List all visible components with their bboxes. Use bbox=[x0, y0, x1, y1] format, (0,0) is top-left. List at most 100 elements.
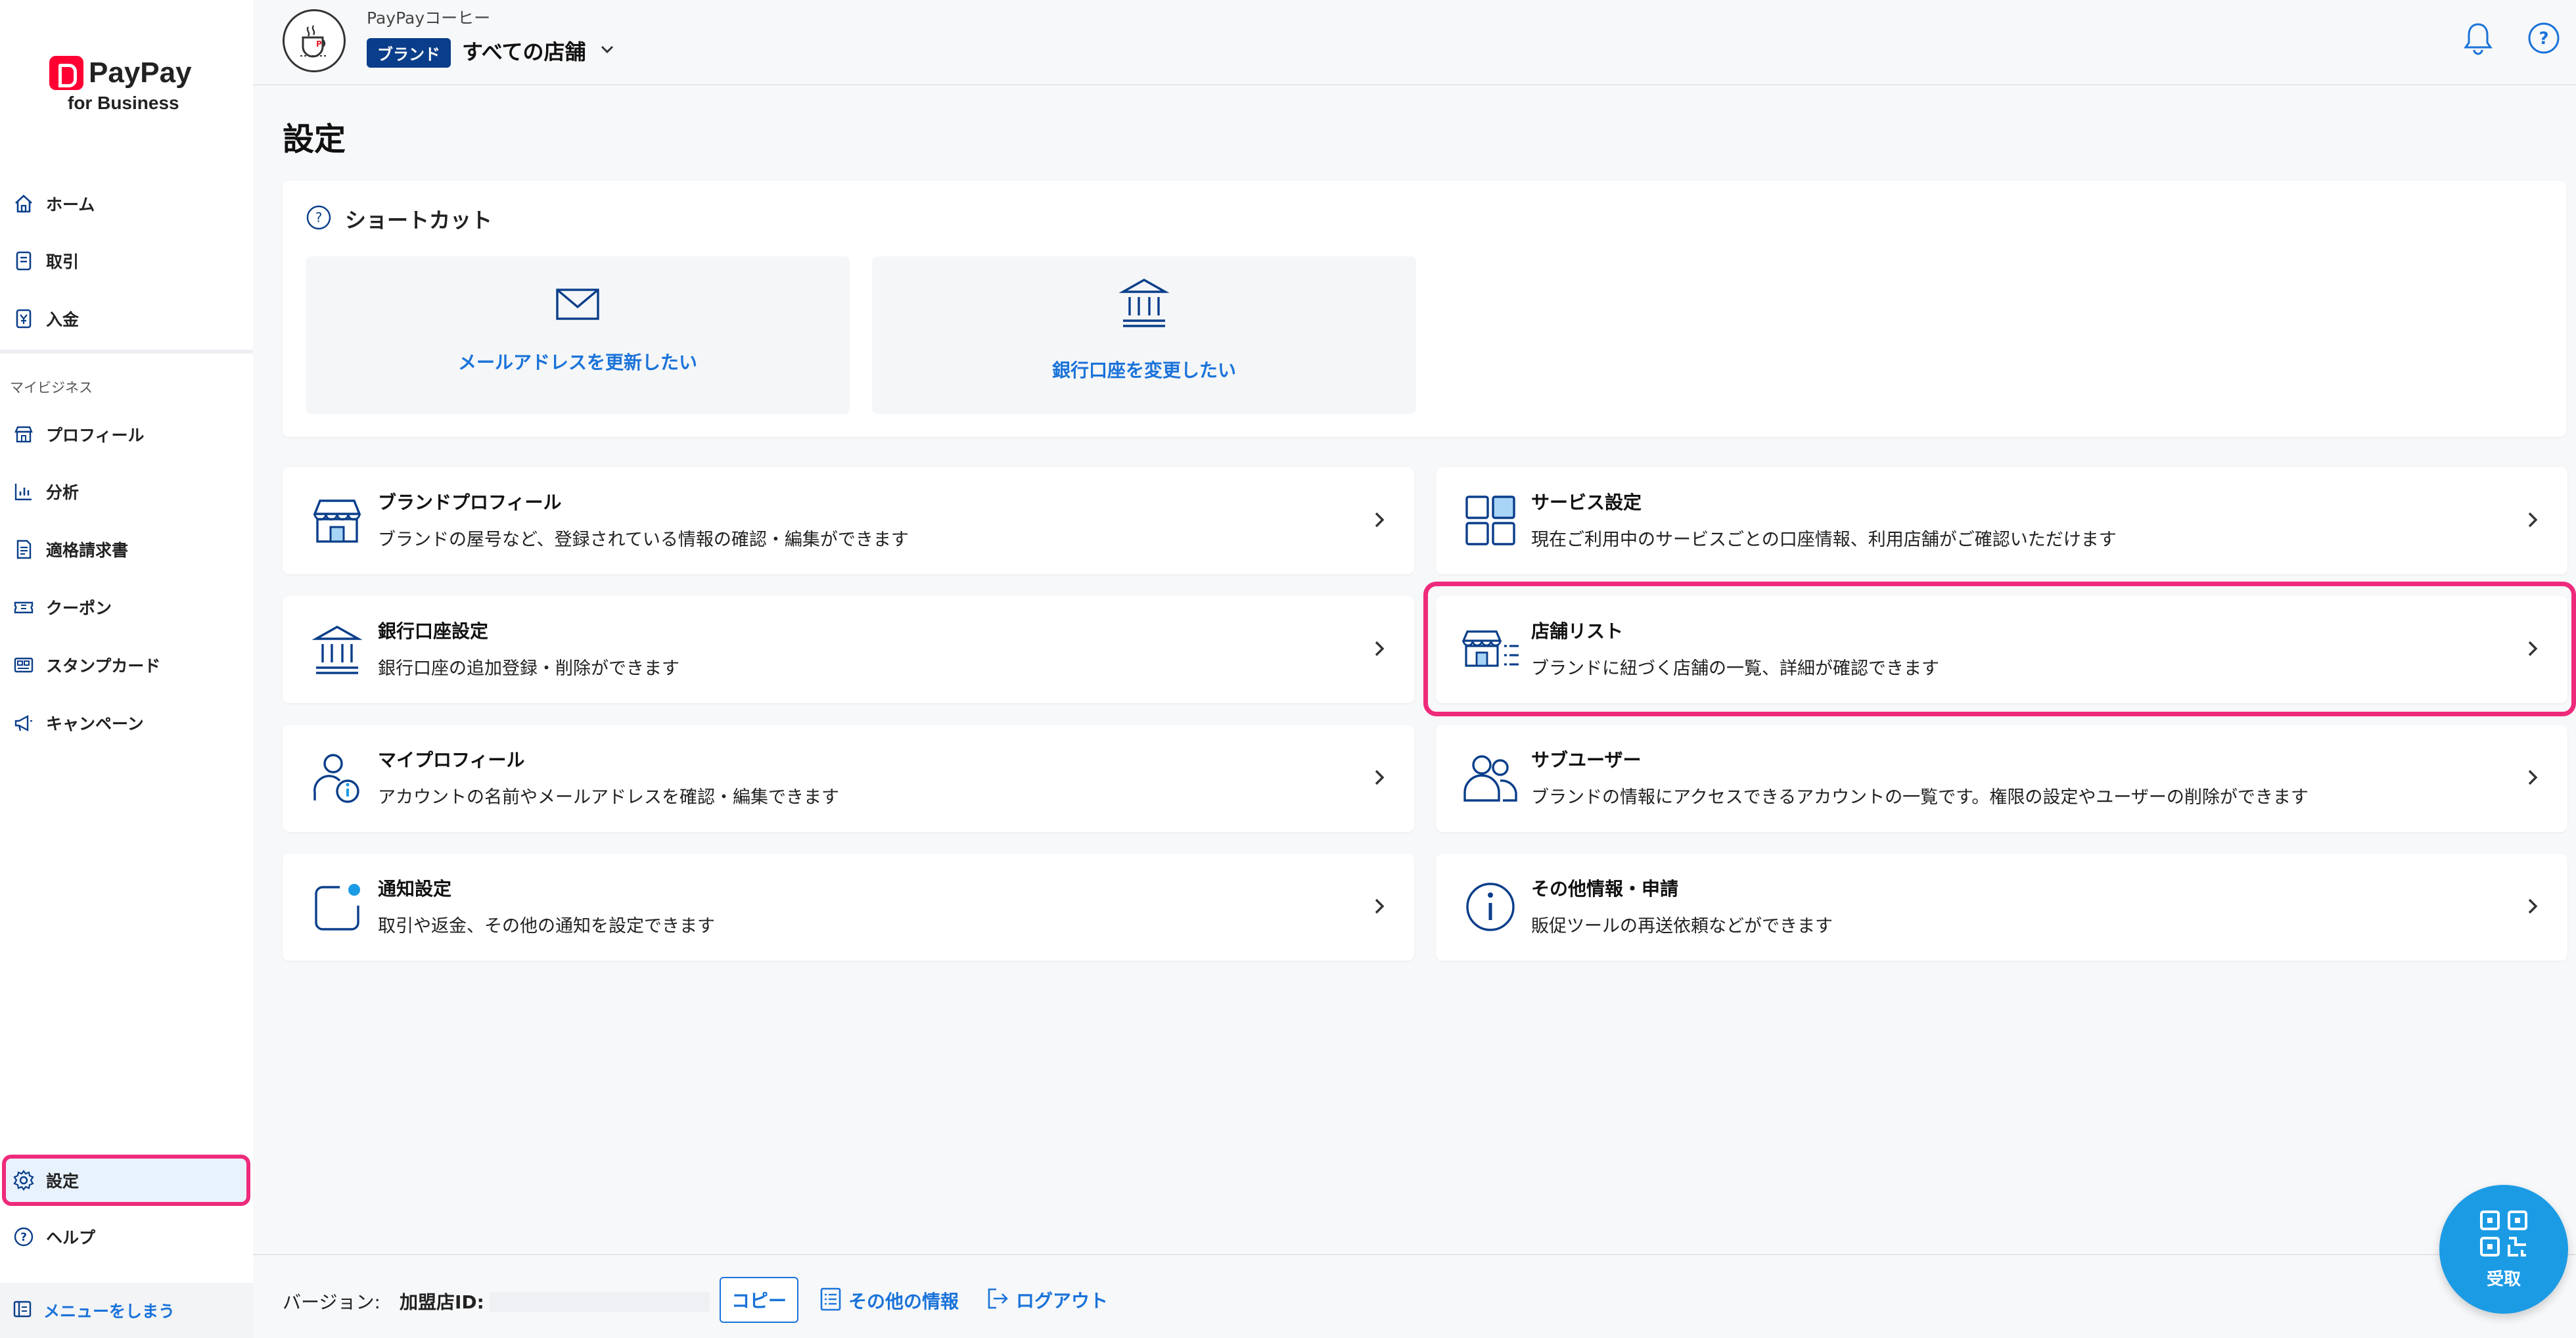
bank-icon bbox=[308, 620, 367, 679]
coupon-icon bbox=[12, 595, 35, 619]
shortcut-title: ? ショートカット bbox=[306, 204, 492, 234]
svg-text:?: ? bbox=[315, 210, 323, 225]
sub-users-card[interactable]: サブユーザー ブランドの情報にアクセスできるアカウントの一覧です。権限の設定やユ… bbox=[1436, 725, 2567, 832]
card-description: 銀行口座の追加登録・削除ができます bbox=[378, 658, 679, 679]
copy-button[interactable]: コピー bbox=[720, 1277, 798, 1323]
invoice-icon bbox=[12, 538, 35, 561]
shortcut-title-label: ショートカット bbox=[345, 208, 493, 233]
logout-link[interactable]: ログアウト bbox=[986, 1287, 1108, 1313]
shortcut-change-bank[interactable]: 銀行口座を変更したい bbox=[872, 256, 1416, 414]
sidebar-item-deposit[interactable]: 入金 bbox=[0, 292, 253, 345]
shortcut-label: メールアドレスを更新したい bbox=[457, 352, 697, 373]
sidebar-item-settings[interactable]: 設定 bbox=[0, 1154, 253, 1207]
version-label: バージョン: bbox=[283, 1291, 380, 1313]
svg-text:?: ? bbox=[2539, 29, 2548, 49]
question-icon[interactable]: ? bbox=[306, 204, 332, 233]
chevron-right-icon bbox=[1372, 766, 1388, 792]
sidebar-section-label: マイビジネス bbox=[10, 380, 93, 396]
sidebar-item-stamp-card[interactable]: スタンプカード bbox=[0, 639, 253, 691]
store-name: PayPayコーヒー bbox=[367, 9, 491, 28]
logo-title: PayPay bbox=[89, 57, 192, 89]
sidebar-item-label: 取引 bbox=[46, 252, 80, 271]
logout-label: ログアウト bbox=[1016, 1290, 1109, 1312]
brand-profile-card[interactable]: ブランドプロフィール ブランドの屋号など、登録されている情報の確認・編集ができま… bbox=[283, 467, 1414, 574]
store-icon bbox=[308, 491, 367, 550]
sidebar-item-invoice[interactable]: 適格請求書 bbox=[0, 523, 253, 576]
collapse-menu-label: メニューをしまう bbox=[43, 1302, 175, 1321]
shortcut-update-email[interactable]: メールアドレスを更新したい bbox=[306, 256, 850, 414]
card-title: 銀行口座設定 bbox=[378, 620, 489, 642]
sidebar-item-label: ヘルプ bbox=[46, 1228, 96, 1247]
paypay-logo-icon bbox=[49, 56, 83, 90]
chevron-right-icon bbox=[1372, 637, 1388, 663]
card-title: サービス設定 bbox=[1531, 492, 1642, 513]
card-description: 販促ツールの再送依頼などができます bbox=[1531, 916, 1833, 936]
card-description: 取引や返金、その他の通知を設定できます bbox=[378, 916, 715, 936]
receive-label: 受取 bbox=[2486, 1269, 2521, 1289]
logout-icon bbox=[986, 1287, 1009, 1313]
my-profile-card[interactable]: マイプロフィール アカウントの名前やメールアドレスを確認・編集できます bbox=[283, 725, 1414, 832]
users-icon bbox=[1461, 749, 1520, 808]
card-title: ブランドプロフィール bbox=[378, 492, 562, 513]
sidebar-item-help[interactable]: ? ヘルプ bbox=[0, 1211, 253, 1263]
coffee-cup-icon: P bbox=[300, 25, 328, 58]
bank-account-card[interactable]: 銀行口座設定 銀行口座の追加登録・削除ができます bbox=[283, 596, 1414, 703]
sidebar-item-label: 適格請求書 bbox=[46, 541, 129, 560]
other-info-link[interactable]: その他の情報 bbox=[819, 1287, 959, 1314]
sidebar-item-coupon[interactable]: クーポン bbox=[0, 581, 253, 634]
mail-icon bbox=[555, 286, 601, 325]
info-icon bbox=[1461, 877, 1520, 936]
sidebar-item-transactions[interactable]: 取引 bbox=[0, 235, 253, 287]
help-icon: ? bbox=[12, 1225, 35, 1249]
qr-code-icon bbox=[2477, 1209, 2530, 1262]
paypay-logo[interactable]: PayPay for Business bbox=[49, 56, 194, 114]
card-description: ブランドの屋号など、登録されている情報の確認・編集ができます bbox=[378, 530, 909, 550]
help-icon[interactable]: ? bbox=[2525, 20, 2562, 57]
sidebar-item-profile[interactable]: プロフィール bbox=[0, 408, 253, 461]
gear-icon bbox=[12, 1168, 35, 1192]
card-description: アカウントの名前やメールアドレスを確認・編集できます bbox=[378, 787, 839, 808]
sidebar-item-analytics[interactable]: 分析 bbox=[0, 465, 253, 518]
chevron-down-icon[interactable] bbox=[597, 39, 617, 62]
sidebar: PayPay for Business ホーム 取引 入金 マイビジネス プロフ… bbox=[0, 0, 253, 1338]
user-info-icon bbox=[308, 749, 367, 808]
notification-settings-card[interactable]: 通知設定 取引や返金、その他の通知を設定できます bbox=[283, 854, 1414, 961]
sidebar-item-label: 分析 bbox=[46, 483, 80, 502]
other-info-label: その他の情報 bbox=[848, 1291, 959, 1312]
chart-icon bbox=[12, 480, 35, 503]
svg-text:?: ? bbox=[20, 1231, 27, 1244]
brand-badge: ブランド bbox=[367, 38, 451, 68]
sidebar-item-label: スタンプカード bbox=[46, 657, 161, 676]
shortcut-card: ? ショートカット メールアドレスを更新したい 銀行口座を変更したい bbox=[283, 181, 2566, 437]
collapse-menu-button[interactable]: メニューをしまう bbox=[0, 1283, 253, 1338]
svg-text:P: P bbox=[316, 39, 322, 49]
other-info-card[interactable]: その他情報・申請 販促ツールの再送依頼などができます bbox=[1436, 854, 2567, 961]
chevron-right-icon bbox=[1372, 894, 1388, 921]
bell-icon[interactable] bbox=[2460, 20, 2496, 57]
store-icon bbox=[12, 423, 35, 446]
sidebar-item-label: 入金 bbox=[46, 310, 80, 329]
header: P PayPayコーヒー ブランド すべての店舗 ? bbox=[253, 0, 2576, 85]
store-avatar[interactable]: P bbox=[283, 9, 346, 72]
bank-icon bbox=[1118, 275, 1170, 333]
card-title: 通知設定 bbox=[378, 878, 452, 900]
merchant-id-value bbox=[490, 1292, 710, 1312]
stamp-card-icon bbox=[12, 653, 35, 677]
chevron-right-icon bbox=[2525, 894, 2541, 921]
card-title: その他情報・申請 bbox=[1531, 878, 1679, 900]
card-title: サブユーザー bbox=[1531, 749, 1642, 771]
notification-icon bbox=[308, 877, 367, 936]
store-selector[interactable]: すべての店舗 bbox=[462, 35, 586, 66]
receive-payment-button[interactable]: 受取 bbox=[2439, 1185, 2568, 1314]
sidebar-item-home[interactable]: ホーム bbox=[0, 177, 253, 230]
service-settings-card[interactable]: サービス設定 現在ご利用中のサービスごとの口座情報、利用店舗がご確認いただけます bbox=[1436, 467, 2567, 574]
sidebar-item-label: プロフィール bbox=[46, 426, 145, 445]
chevron-right-icon bbox=[2525, 766, 2541, 792]
sidebar-item-label: 設定 bbox=[46, 1172, 80, 1191]
card-title: マイプロフィール bbox=[378, 749, 525, 771]
shortcut-label: 銀行口座を変更したい bbox=[1051, 359, 1236, 381]
grid-icon bbox=[1461, 491, 1520, 550]
sidebar-item-campaign[interactable]: キャンペーン bbox=[0, 697, 253, 749]
sidebar-item-label: クーポン bbox=[46, 599, 112, 618]
home-icon bbox=[12, 192, 35, 216]
